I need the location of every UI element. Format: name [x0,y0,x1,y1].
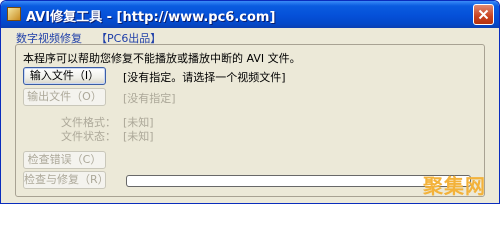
title-bar[interactable]: AVI修复工具 - [http://www.pc6.com] [1,1,499,28]
close-button[interactable] [473,4,494,25]
tab-row: 数字视频修复 【PC6出品】 [4,28,496,45]
output-file-value: [没有指定] [123,92,176,105]
file-status-label: 文件状态： [61,130,116,143]
app-window: AVI修复工具 - [http://www.pc6.com] 数字视频修复 【P… [0,0,500,204]
check-errors-button[interactable]: 检查错误（C） [23,151,106,169]
input-file-button[interactable]: 输入文件（I） [23,67,106,85]
progress-bar [126,175,471,187]
description-text: 本程序可以帮助您修复不能播放或播放中断的 AVI 文件。 [23,52,301,65]
input-file-value: [没有指定。请选择一个视频文件] [123,71,286,84]
close-icon [478,9,489,20]
main-panel: 数字视频修复 【PC6出品】 本程序可以帮助您修复不能播放或播放中断的 AVI … [4,28,496,202]
file-status-value: [未知] [123,130,154,143]
output-file-button[interactable]: 输出文件（O） [23,88,106,106]
app-icon [7,7,21,21]
window-title: AVI修复工具 - [http://www.pc6.com] [26,10,276,25]
check-repair-button[interactable]: 检查与修复（R） [23,171,109,189]
watermark-logo: 聚集网 [423,174,486,198]
